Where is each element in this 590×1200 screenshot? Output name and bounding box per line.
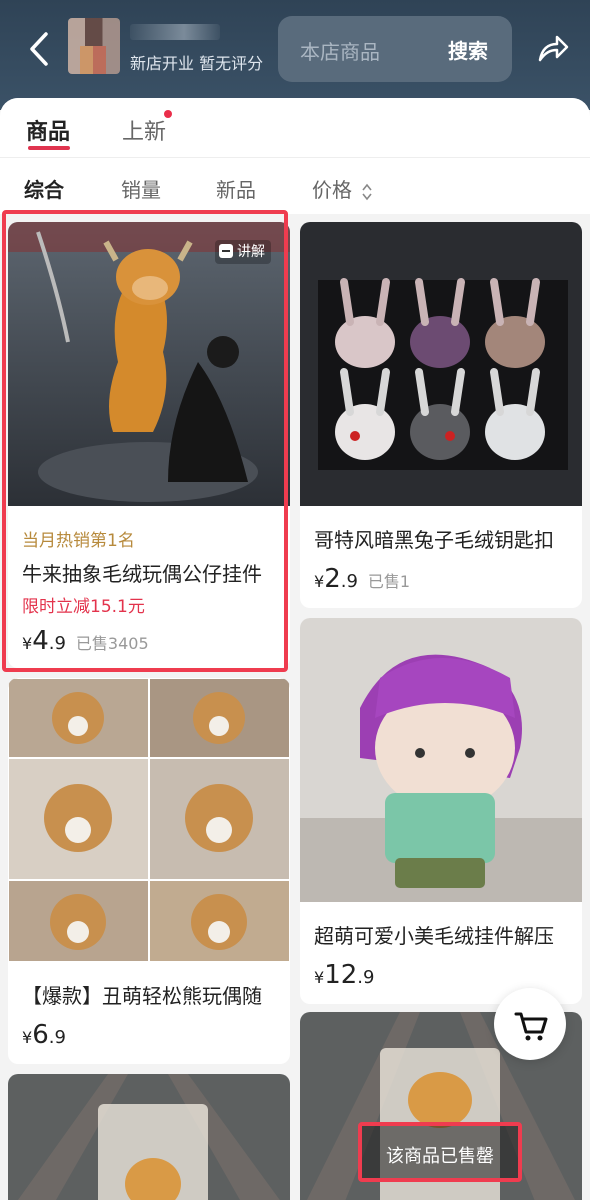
currency-symbol: ¥ [22, 1028, 33, 1047]
new-dot-badge [164, 110, 172, 118]
sold-count: 已售1 [367, 572, 411, 591]
search-box[interactable]: 本店商品 搜索 [278, 16, 512, 82]
soldout-badge: 该商品已售罄 [358, 1122, 522, 1182]
sort-bar: 综合 销量 新品 价格 [0, 158, 590, 214]
currency-symbol: ¥ [314, 968, 325, 987]
product-title[interactable]: 【爆款】丑萌轻松熊玩偶随 [22, 980, 262, 1009]
soldout-label: 该商品已售罄 [386, 1146, 494, 1167]
price-decimal: .9 [357, 967, 375, 988]
cart-button[interactable] [494, 988, 566, 1060]
sort-price-label: 价格 [312, 178, 352, 202]
cart-icon [514, 1012, 548, 1041]
search-placeholder[interactable]: 本店商品 [300, 36, 380, 65]
product-card[interactable]: 超萌可爱小美毛绒挂件解压 ¥12.9 [300, 618, 582, 1004]
price-row: ¥6.9 [22, 1020, 66, 1050]
price-integer: 2 [324, 564, 341, 594]
back-icon[interactable] [28, 30, 50, 68]
price-decimal: .9 [340, 571, 358, 592]
share-icon[interactable] [536, 32, 570, 64]
price-integer: 6 [32, 1020, 49, 1050]
tab-underline [28, 146, 70, 150]
shop-name-blurred [130, 24, 220, 40]
shop-meta: 新店开业 暂无评分 [130, 54, 264, 73]
shop-logo[interactable] [68, 18, 120, 74]
currency-symbol: ¥ [314, 572, 325, 591]
price-row: ¥12.9 [314, 960, 374, 990]
sort-sales[interactable]: 销量 [121, 174, 161, 203]
sort-caret-icon [362, 183, 372, 200]
sort-price[interactable]: 价格 [312, 174, 372, 203]
sort-new[interactable]: 新品 [216, 174, 256, 203]
product-image-doll-plush[interactable] [300, 618, 582, 902]
price-row: ¥2.9 已售1 [314, 564, 410, 594]
sort-default[interactable]: 综合 [24, 174, 64, 203]
price-integer: 12 [324, 960, 358, 990]
tab-products[interactable]: 商品 [26, 114, 70, 146]
product-card[interactable]: 【爆款】丑萌轻松熊玩偶随 ¥6.9 [8, 678, 290, 1064]
price-decimal: .9 [48, 1027, 66, 1048]
product-title[interactable]: 哥特风暗黑兔子毛绒钥匙扣 [314, 524, 554, 553]
product-title[interactable]: 超萌可爱小美毛绒挂件解压 [314, 920, 554, 949]
product-image-bull-card[interactable] [8, 1074, 290, 1200]
product-image-bear-collage[interactable] [8, 678, 290, 962]
product-card[interactable]: 哥特风暗黑兔子毛绒钥匙扣 ¥2.9 已售1 [300, 222, 582, 608]
tab-new[interactable]: 上新 [122, 114, 166, 146]
product-card[interactable] [8, 1074, 290, 1200]
product-image-bunny-keychains[interactable] [300, 222, 582, 506]
tab-bar: 商品 上新 [0, 98, 590, 158]
search-button[interactable]: 搜索 [448, 35, 488, 64]
highlight-box [2, 210, 288, 672]
shop-header: 新店开业 暂无评分 本店商品 搜索 [0, 0, 590, 110]
